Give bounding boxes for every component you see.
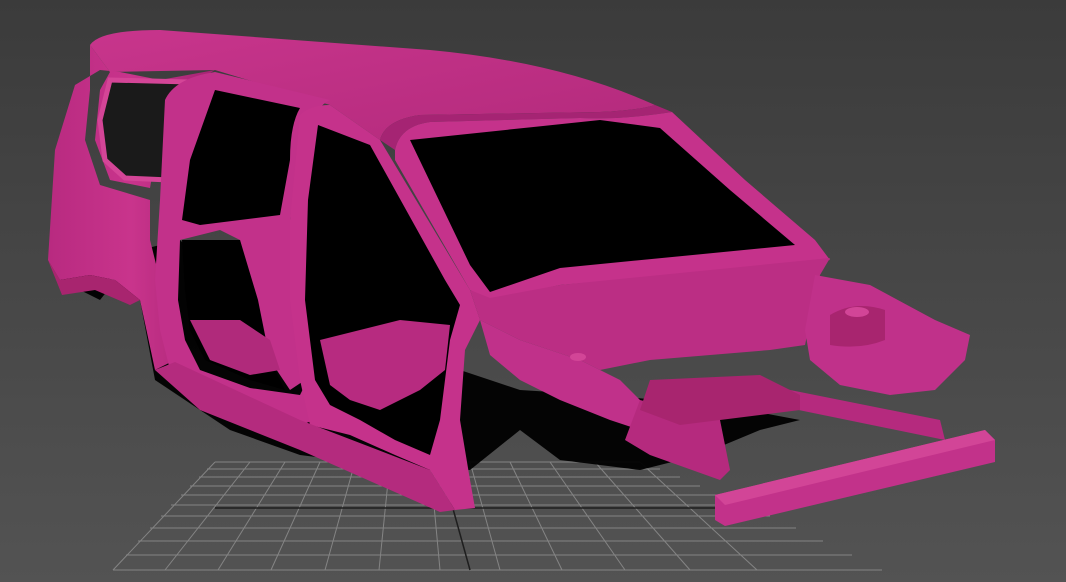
strut-mount-right [845, 307, 869, 317]
viewport-3d[interactable] [0, 0, 1066, 582]
strut-mount-left [570, 353, 586, 361]
viewport-canvas[interactable] [0, 0, 1066, 582]
